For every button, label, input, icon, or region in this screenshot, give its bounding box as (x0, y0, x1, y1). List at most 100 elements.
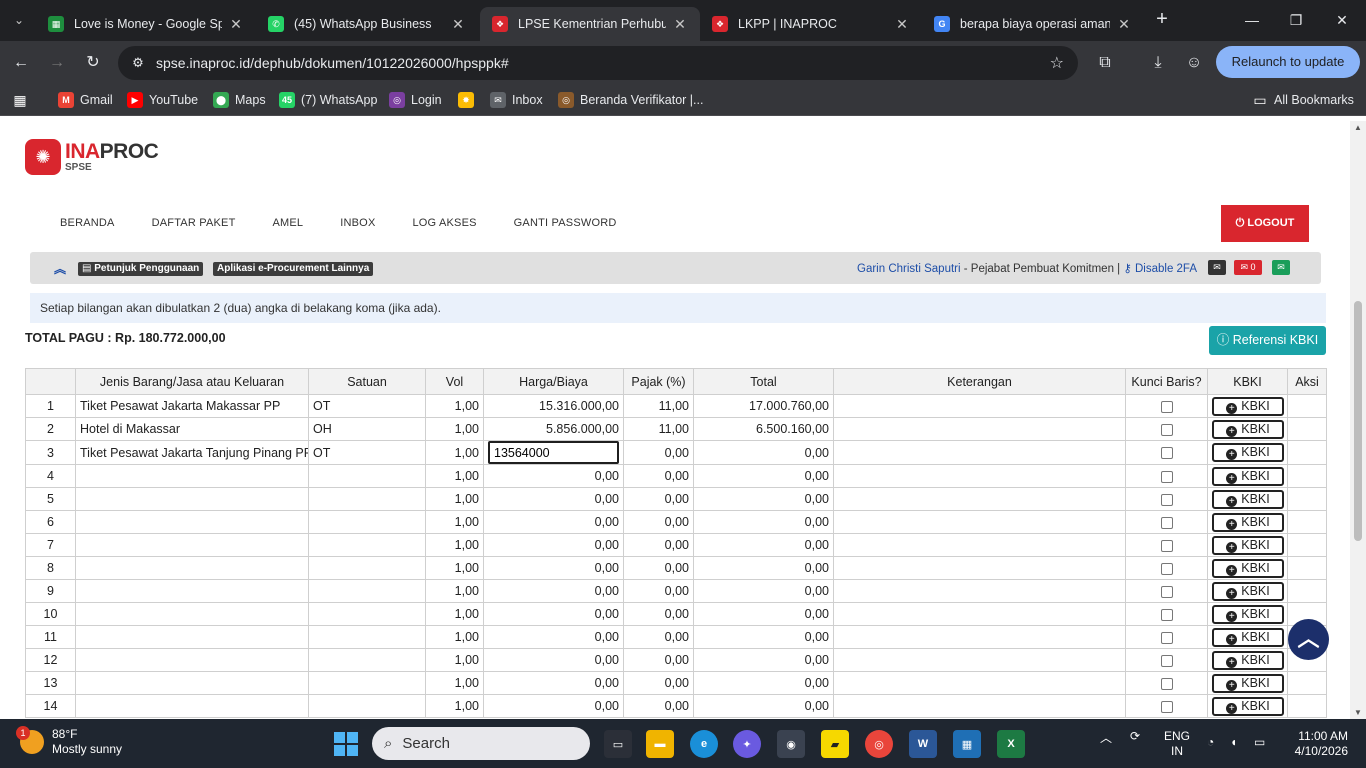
cell-vol[interactable]: 1,00 (425, 556, 484, 580)
disable-2fa-link[interactable]: ⚷ Disable 2FA (1123, 263, 1197, 275)
lock-row-checkbox[interactable] (1160, 516, 1173, 529)
cell-jenis[interactable] (75, 694, 309, 718)
lock-row-checkbox[interactable] (1160, 700, 1173, 713)
cell-pajak[interactable]: 0,00 (623, 671, 694, 695)
bookmark-star-icon[interactable]: ☆ (1050, 53, 1064, 73)
cell-pajak[interactable]: 0,00 (623, 510, 694, 534)
cell-vol[interactable]: 1,00 (425, 440, 484, 465)
cell-satuan[interactable] (308, 533, 426, 557)
cell-harga[interactable]: 0,00 (483, 487, 624, 511)
cell-pajak[interactable]: 11,00 (623, 417, 694, 441)
cell-pajak[interactable]: 0,00 (623, 440, 694, 465)
cell-harga[interactable]: 0,00 (483, 671, 624, 695)
cell-harga[interactable]: 0,00 (483, 510, 624, 534)
kbki-button[interactable]: + KBKI (1212, 604, 1284, 624)
cell-jenis[interactable] (75, 579, 309, 603)
site-settings-icon[interactable]: ⚙ (130, 55, 146, 71)
cell-satuan[interactable] (308, 694, 426, 718)
lock-row-checkbox[interactable] (1160, 608, 1173, 621)
cell-jenis[interactable] (75, 510, 309, 534)
cell-jenis[interactable] (75, 464, 309, 488)
close-tab-icon[interactable]: ✕ (450, 16, 466, 33)
cell-harga[interactable]: 0,00 (483, 579, 624, 603)
cell-vol[interactable]: 1,00 (425, 602, 484, 626)
apps-grid-icon[interactable]: ▦ (12, 91, 34, 109)
cell-satuan[interactable] (308, 510, 426, 534)
cell-jenis[interactable] (75, 487, 309, 511)
nav-inbox[interactable]: INBOX (340, 217, 375, 229)
lock-row-checkbox[interactable] (1160, 585, 1173, 598)
tab-search-chevron-icon[interactable]: ⌄ (6, 8, 32, 32)
cell-vol[interactable]: 1,00 (425, 694, 484, 718)
calculator-icon[interactable]: ▦ (953, 730, 981, 758)
browser-tab[interactable]: ✆ (45) WhatsApp Business ✕ (256, 7, 478, 41)
cell-pajak[interactable]: 0,00 (623, 625, 694, 649)
kbki-button[interactable]: + KBKI (1212, 535, 1284, 555)
cell-vol[interactable]: 1,00 (425, 417, 484, 441)
logout-button[interactable]: ⏻ LOGOUT (1221, 205, 1309, 242)
cell-satuan[interactable] (308, 648, 426, 672)
bookmark-item[interactable]: ⬤ Maps (213, 91, 266, 109)
kbki-button[interactable]: + KBKI (1212, 581, 1284, 601)
cell-harga[interactable]: 0,00 (483, 556, 624, 580)
cell-vol[interactable]: 1,00 (425, 648, 484, 672)
cell-satuan[interactable] (308, 464, 426, 488)
cell-jenis[interactable] (75, 671, 309, 695)
camera-icon[interactable]: ◉ (777, 730, 805, 758)
lock-row-checkbox[interactable] (1160, 677, 1173, 690)
lock-row-checkbox[interactable] (1160, 423, 1173, 436)
cell-satuan[interactable]: OH (308, 417, 426, 441)
address-bar[interactable]: ⚙ spse.inaproc.id/dephub/dokumen/1012202… (118, 46, 1078, 80)
sync-icon[interactable]: ⟳ (1130, 729, 1140, 743)
cell-keterangan[interactable] (833, 464, 1126, 488)
lock-row-checkbox[interactable] (1160, 562, 1173, 575)
browser-tab[interactable]: ❖ LPSE Kementrian Perhubung ✕ (480, 7, 700, 41)
cell-vol[interactable]: 1,00 (425, 671, 484, 695)
all-bookmarks-button[interactable]: ▭ All Bookmarks (1252, 91, 1354, 109)
close-tab-icon[interactable]: ✕ (894, 16, 910, 33)
cell-satuan[interactable] (308, 487, 426, 511)
cell-keterangan[interactable] (833, 579, 1126, 603)
close-tab-icon[interactable]: ✕ (228, 16, 244, 33)
cell-keterangan[interactable] (833, 694, 1126, 718)
cell-harga[interactable]: 0,00 (483, 648, 624, 672)
minimize-button[interactable]: — (1232, 8, 1272, 32)
windows-start-icon[interactable] (334, 732, 358, 756)
lock-row-checkbox[interactable] (1160, 539, 1173, 552)
mail-count-badge[interactable]: ✉ 0 (1234, 260, 1262, 275)
cell-harga[interactable]: 0,00 (483, 533, 624, 557)
inaproc-logo[interactable]: ✺ INAPROC SPSE (25, 139, 159, 175)
envelope-icon[interactable]: ✉ (1208, 260, 1226, 275)
nav-amel[interactable]: AMEL (272, 217, 303, 229)
cell-harga[interactable]: 0,00 (483, 464, 624, 488)
open-mail-icon[interactable]: ✉ (1272, 260, 1290, 275)
downloads-icon[interactable]: ⤓ (1145, 50, 1171, 76)
cell-vol[interactable]: 1,00 (425, 464, 484, 488)
bookmark-item[interactable]: ▶ YouTube (127, 91, 198, 109)
cell-pajak[interactable]: 0,00 (623, 694, 694, 718)
clock[interactable]: 11:00 AM 4/10/2026 (1292, 729, 1348, 759)
cell-keterangan[interactable] (833, 417, 1126, 441)
word-icon[interactable]: W (909, 730, 937, 758)
back-icon[interactable]: ← (8, 50, 34, 76)
lock-row-checkbox[interactable] (1160, 631, 1173, 644)
close-tab-icon[interactable]: ✕ (1116, 16, 1132, 33)
sticky-notes-icon[interactable]: ▰ (821, 730, 849, 758)
cell-harga[interactable]: 0,00 (483, 625, 624, 649)
cell-satuan[interactable] (308, 602, 426, 626)
cell-satuan[interactable]: OT (308, 394, 426, 418)
cell-keterangan[interactable] (833, 533, 1126, 557)
relaunch-to-update-button[interactable]: Relaunch to update (1216, 46, 1360, 78)
maximize-button[interactable]: ❐ (1276, 8, 1316, 32)
cell-satuan[interactable] (308, 625, 426, 649)
nav-daftar-paket[interactable]: DAFTAR PAKET (152, 217, 236, 229)
cell-vol[interactable]: 1,00 (425, 510, 484, 534)
cell-pajak[interactable]: 0,00 (623, 579, 694, 603)
cell-satuan[interactable] (308, 556, 426, 580)
cell-keterangan[interactable] (833, 487, 1126, 511)
taskbar-search[interactable]: ⌕ Search (372, 727, 590, 760)
cell-vol[interactable]: 1,00 (425, 487, 484, 511)
kbki-button[interactable]: + KBKI (1212, 650, 1284, 670)
harga-input[interactable] (488, 441, 619, 464)
cell-pajak[interactable]: 0,00 (623, 487, 694, 511)
